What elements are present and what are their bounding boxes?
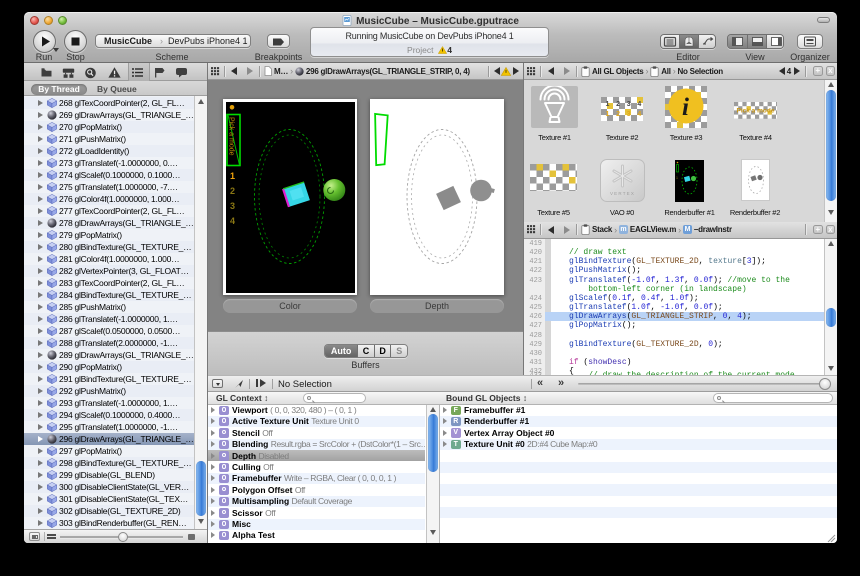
svg-text:Pick a mode: Pick a mode — [737, 108, 775, 115]
svg-text:1: 1 — [230, 171, 235, 181]
svg-text:VERTEX: VERTEX — [609, 191, 634, 196]
svg-text:1 2 3 4: 1 2 3 4 — [606, 111, 644, 118]
svg-text:2: 2 — [230, 186, 235, 196]
svg-text:3: 3 — [230, 201, 235, 211]
svg-text:1: 1 — [676, 176, 678, 180]
svg-text:Pick a mode: Pick a mode — [227, 117, 234, 156]
svg-text:i: i — [682, 94, 689, 121]
svg-text:4: 4 — [230, 216, 235, 226]
svg-text:1 2 3 4: 1 2 3 4 — [606, 101, 644, 108]
